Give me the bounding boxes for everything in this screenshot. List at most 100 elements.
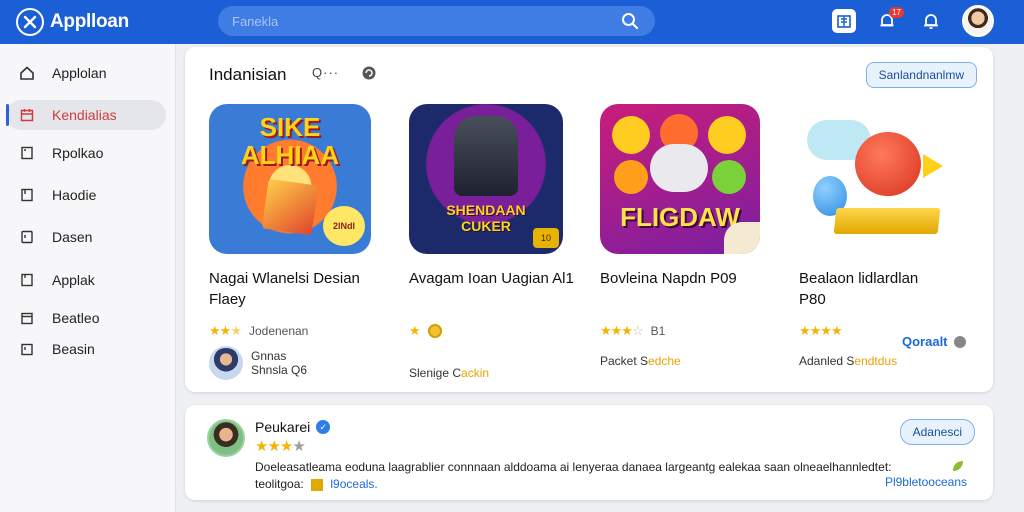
app-rating: ★: [409, 322, 589, 340]
app-title: Applloan: [50, 11, 129, 32]
refresh-icon[interactable]: [361, 65, 379, 83]
gift-icon: [311, 478, 324, 491]
app-icon-image[interactable]: FLIGDAW: [600, 104, 760, 254]
app-image-text: ALHIAA: [240, 140, 340, 170]
review-text: Doeleasatleama eoduna laagrablier connna…: [255, 459, 945, 493]
app-name-text: Bealaon lidlardlan P80: [799, 270, 919, 308]
emoji-graphic: [708, 116, 746, 154]
notification-badge: 17: [889, 7, 904, 18]
sidebar-item-applak[interactable]: Applak: [6, 265, 166, 295]
meta-highlight: ackin: [461, 366, 490, 380]
top-actions: 17: [832, 5, 994, 37]
gamepad-graphic: [650, 144, 708, 192]
app-tile[interactable]: SHENDAAN CUKER 10 Avagam Ioan Uagian Al1…: [409, 104, 589, 380]
sidebar-item-kendialias[interactable]: Kendialias: [6, 100, 166, 130]
app-icon-image[interactable]: SIKE ALHIAA 2lNdl: [209, 104, 371, 254]
sidebar: Applolan Kendialias Rpolkao Haodie Dasen…: [0, 44, 176, 512]
meta-text: Packet S: [600, 354, 649, 368]
treasure-box-graphic: [261, 178, 319, 236]
page-curl-graphic: [724, 222, 760, 254]
see-all-button[interactable]: Sanlandnanlmw: [865, 62, 977, 88]
review-body: Doeleasatleama eoduna laagrablier connna…: [255, 460, 892, 474]
star-rating: ★★★: [209, 323, 242, 338]
sidebar-item-haodie[interactable]: Haodie: [6, 180, 166, 210]
review-prefix: teolitgoa:: [255, 477, 304, 491]
app-icon-image[interactable]: SHENDAAN CUKER 10: [409, 104, 563, 254]
app-icon-image[interactable]: [799, 104, 961, 254]
page-icon: [18, 144, 36, 162]
developer-name: Gnnas: [251, 349, 287, 363]
sidebar-item-label: Kendialias: [52, 107, 117, 123]
emoji-graphic: [712, 160, 746, 194]
sidebar-item-dasen[interactable]: Dasen: [6, 222, 166, 252]
sidebar-item-label: Haodie: [52, 187, 97, 203]
app-name[interactable]: Nagai Wlanelsi Desian Flaey: [209, 268, 389, 310]
app-name[interactable]: Bealaon lidlardlan P80: [799, 268, 979, 310]
meta-highlight: endtdus: [854, 354, 898, 368]
sidebar-item-home[interactable]: Applolan: [6, 58, 166, 88]
sidebar-item-label: Dasen: [52, 229, 93, 245]
sidebar-item-rpolkao[interactable]: Rpolkao: [6, 138, 166, 168]
price-link-row[interactable]: Qoraalt: [902, 334, 966, 349]
featured-apps-card: Indanisian Q··· Sanlandnanlmw SIKE ALHIA…: [185, 47, 993, 392]
sidebar-item-beatleo[interactable]: Beatleo: [6, 303, 166, 333]
app-meta: Packet Sedche: [600, 354, 780, 368]
emoji-graphic: [612, 116, 650, 154]
app-image-badge: 2lNdl: [323, 206, 365, 246]
review-action-button[interactable]: Adanesci: [899, 419, 975, 445]
developer-detail: Shnsla Q6: [251, 363, 308, 377]
app-name[interactable]: Avagam Ioan Uagian Al1: [409, 268, 589, 310]
app-meta: Adanled Sendtdus: [799, 354, 979, 368]
search-icon[interactable]: [615, 6, 645, 36]
document-icon: [18, 340, 36, 358]
sidebar-item-label: Beasin: [52, 341, 95, 357]
star-rating: ★★★☆: [600, 323, 644, 338]
user-avatar[interactable]: [962, 5, 994, 37]
sidebar-item-label: Applak: [52, 272, 95, 288]
review-body-line2: teolitgoa: l9oceals.: [255, 476, 945, 493]
arrow-graphic: [923, 154, 943, 178]
section-title: Indanisian: [209, 65, 287, 84]
section-more-button[interactable]: Q···: [312, 65, 339, 80]
app-image-text: SIKE: [259, 112, 321, 142]
review-more-link[interactable]: Pl9bletooceans: [885, 475, 967, 489]
document-icon: [18, 271, 36, 289]
sidebar-item-beasin[interactable]: Beasin: [6, 334, 166, 364]
app-name[interactable]: Bovleina Napdn P09: [600, 268, 780, 310]
star-rating: ★★★★: [799, 323, 843, 338]
rating-text: Jodenenan: [248, 324, 309, 338]
meta-text: Slenige C: [409, 366, 462, 380]
reviewer-avatar[interactable]: [207, 419, 245, 457]
app-tile[interactable]: SIKE ALHIAA 2lNdl Nagai Wlanelsi Desian …: [209, 104, 389, 380]
leaf-icon: [951, 459, 965, 473]
review-link[interactable]: l9oceals.: [330, 477, 377, 491]
app-logo[interactable]: Applloan: [16, 8, 216, 36]
developer-avatar: [209, 346, 243, 380]
warrior-graphic: [454, 116, 518, 196]
app-image-badge: 10: [533, 228, 559, 248]
reviewer-name-row: Peukarei ✓: [255, 419, 331, 435]
notification-icon[interactable]: 17: [874, 7, 904, 34]
price-link[interactable]: Qoraalt: [902, 334, 948, 349]
emoji-graphic: [614, 160, 648, 194]
app-tile[interactable]: Bealaon lidlardlan P80 Qoraalt ★★★★ Adan…: [799, 104, 979, 368]
star-rating: ★: [409, 323, 421, 338]
reviewer-name[interactable]: Peukarei: [255, 419, 310, 435]
character-graphic: [855, 132, 921, 196]
info-icon[interactable]: [953, 335, 966, 348]
sidebar-item-label: Rpolkao: [52, 145, 104, 161]
app-rating: ★★★ Jodenenan: [209, 322, 389, 340]
platform-graphic: [833, 208, 941, 234]
app-rating: ★★★☆ B1: [600, 322, 780, 340]
meta-text: Adanled S: [799, 354, 855, 368]
sidebar-item-label: Beatleo: [52, 310, 100, 326]
x-logo-icon: [16, 8, 44, 36]
top-bar: Applloan 17: [0, 0, 1024, 44]
review-card: Peukarei ✓ ★★★★ Adanesci Doeleasatleama …: [185, 405, 993, 500]
app-image-text: SHENDAAN: [446, 202, 526, 218]
app-tile[interactable]: FLIGDAW Bovleina Napdn P09 ★★★☆ B1 Packe…: [600, 104, 780, 368]
store-icon[interactable]: [832, 9, 856, 33]
calendar-icon: [18, 106, 36, 124]
bell-icon[interactable]: [918, 8, 944, 34]
search-input[interactable]: [218, 13, 615, 29]
